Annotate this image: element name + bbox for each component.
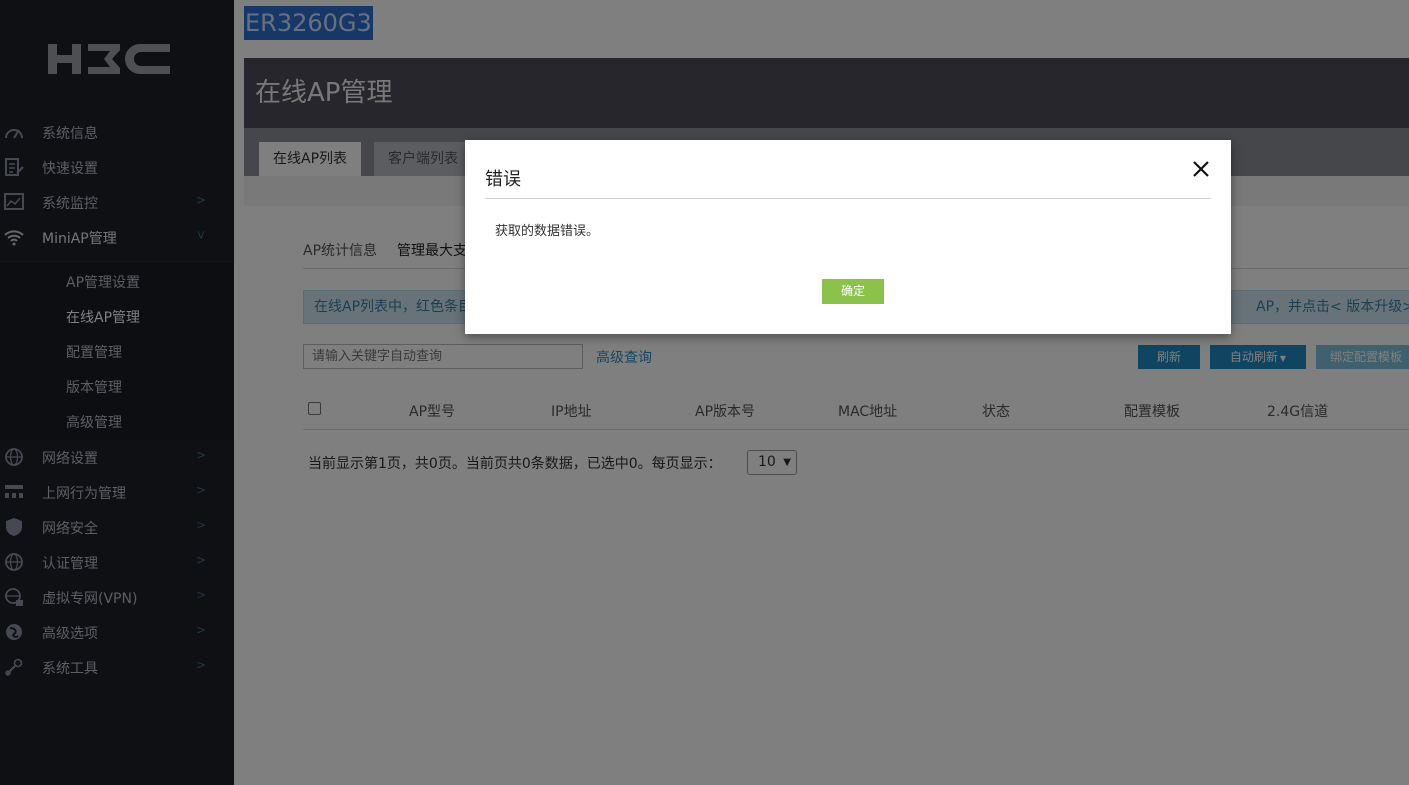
- modal-backdrop[interactable]: [0, 0, 1409, 785]
- ok-button[interactable]: 确定: [822, 279, 884, 304]
- close-icon[interactable]: [1189, 157, 1213, 181]
- dialog-title: 错误: [485, 169, 521, 190]
- dialog-message: 获取的数据错误。: [495, 224, 600, 239]
- error-dialog: 错误 获取的数据错误。 确定: [465, 140, 1231, 334]
- dialog-divider: [485, 198, 1211, 199]
